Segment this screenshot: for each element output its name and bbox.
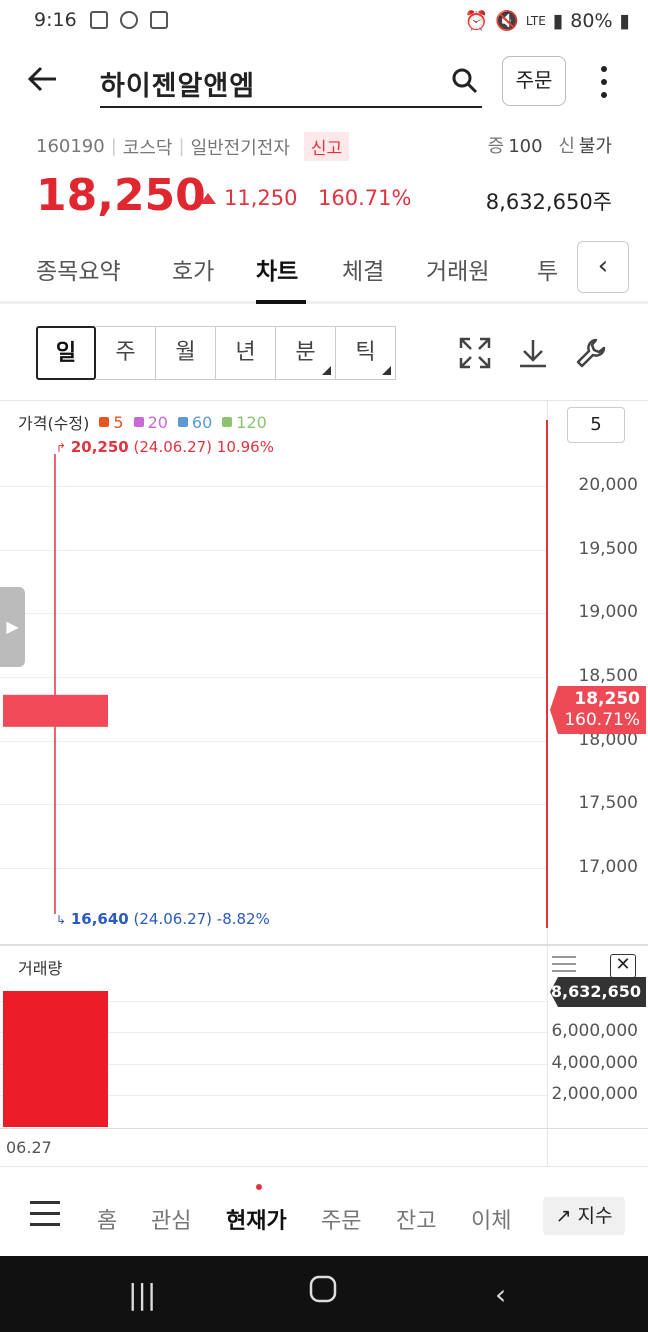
- gallery-icon: [90, 11, 108, 29]
- candle-body: [3, 694, 108, 727]
- expand-panel-handle[interactable]: ▶: [0, 587, 25, 667]
- menu-icon[interactable]: [30, 1201, 60, 1226]
- signal-icon: ▮: [552, 9, 564, 32]
- price-tick-label: 19,000: [578, 602, 638, 623]
- nav-transfer[interactable]: 이체: [471, 1203, 511, 1235]
- alarm-icon: ⏰: [464, 10, 489, 32]
- price-tick-label: 20,000: [578, 475, 638, 495]
- close-icon[interactable]: ✕: [610, 954, 636, 978]
- nav-current-price[interactable]: 현재가: [226, 1203, 287, 1235]
- period-minute[interactable]: 분: [276, 326, 336, 380]
- stock-name: 하이젠알앤엠: [100, 71, 256, 102]
- tab-chart[interactable]: 차트: [256, 252, 298, 286]
- x-axis-label: 06.27: [6, 1138, 52, 1157]
- current-price: 18,250: [36, 170, 206, 221]
- recent-apps-icon[interactable]: |||: [128, 1278, 156, 1311]
- status-bar: 9:16 ⏰ 🔇 LTE ▮ 80% ▮: [0, 0, 648, 42]
- mute-icon: 🔇: [495, 10, 519, 32]
- battery-text: 80%: [570, 9, 613, 32]
- period-tick[interactable]: 틱: [336, 326, 396, 380]
- margin-info: 증 100 신 불가: [487, 136, 612, 157]
- stock-sector: 일반전기전자: [190, 137, 290, 159]
- nav-watchlist[interactable]: 관심: [151, 1203, 191, 1235]
- period-year[interactable]: 년: [216, 326, 276, 380]
- network-label: LTE: [525, 13, 546, 28]
- nav-balance[interactable]: 잔고: [396, 1203, 436, 1235]
- volume-tick-label: 4,000,000: [551, 1052, 638, 1073]
- expand-icon[interactable]: [458, 336, 492, 370]
- tab-trades[interactable]: 체결: [342, 252, 384, 286]
- wrench-icon[interactable]: [574, 336, 608, 370]
- order-button[interactable]: 주문: [502, 56, 566, 106]
- bottom-navigation: 홈 관심 현재가 주문 잔고 이체 ↗ 지수: [0, 1166, 648, 1256]
- tab-bar: 종목요약 호가 차트 체결 거래원 투: [0, 240, 648, 304]
- more-options-icon[interactable]: [592, 60, 616, 104]
- up-triangle-icon: [200, 192, 216, 204]
- tab-investor[interactable]: 투: [537, 252, 558, 286]
- status-time: 9:16: [34, 9, 77, 31]
- trading-volume: 8,632,650주: [485, 190, 612, 214]
- period-day[interactable]: 일: [36, 326, 96, 380]
- price-tick-label: 18,500: [578, 666, 638, 686]
- period-week[interactable]: 주: [96, 326, 156, 380]
- current-price-line: [546, 420, 548, 928]
- active-indicator-dot: [256, 1184, 262, 1190]
- price-tick-label: 19,500: [578, 538, 638, 559]
- change-percent: 160.71%: [318, 186, 412, 210]
- stock-market: 코스닥: [122, 137, 173, 159]
- period-selector: 일 주 월 년 분 틱: [36, 326, 396, 380]
- volume-tick-label: 2,000,000: [551, 1084, 638, 1104]
- price-change: 11,250: [200, 186, 297, 210]
- ma-period-input[interactable]: 5: [567, 407, 625, 443]
- stock-meta: 160190 | 코스닥 | 일반전기전자 신고: [36, 132, 350, 161]
- download-icon[interactable]: [516, 336, 550, 370]
- back-arrow-icon[interactable]: [26, 62, 66, 102]
- stock-search-field[interactable]: 하이젠알앤엠: [100, 58, 482, 108]
- battery-icon: ▮: [619, 9, 630, 32]
- price-tick-label: 17,000: [578, 857, 638, 877]
- tab-brokers[interactable]: 거래원: [426, 252, 489, 286]
- panel-divider[interactable]: [0, 944, 648, 946]
- news-icon: [150, 11, 168, 29]
- volume-bar: [3, 990, 108, 1127]
- period-month[interactable]: 월: [156, 326, 216, 380]
- volume-tick-label: 6,000,000: [551, 1021, 638, 1041]
- index-button[interactable]: ↗ 지수: [543, 1197, 625, 1235]
- volume-tag: 8,632,650: [550, 977, 646, 1007]
- nav-home[interactable]: 홈: [97, 1203, 117, 1235]
- search-icon[interactable]: [450, 66, 480, 96]
- system-navigation-bar: ||| ‹: [0, 1256, 648, 1332]
- stock-code: 160190: [36, 136, 105, 157]
- active-tab-indicator: [256, 300, 306, 304]
- trend-up-icon: ↗: [555, 1205, 572, 1227]
- panel-menu-icon[interactable]: [552, 956, 576, 974]
- current-price-tag: 18,250 160.71%: [550, 686, 646, 734]
- tab-orderbook[interactable]: 호가: [172, 252, 214, 286]
- volume-panel-title: 거래량: [18, 959, 63, 978]
- system-back-icon[interactable]: ‹: [495, 1278, 506, 1311]
- new-high-badge: 신고: [303, 132, 350, 161]
- price-tick-label: 17,500: [578, 793, 638, 814]
- tab-summary[interactable]: 종목요약: [36, 252, 121, 286]
- bottle-icon: [120, 11, 138, 29]
- chevron-left-icon[interactable]: ‹: [577, 241, 629, 293]
- nav-order[interactable]: 주문: [321, 1203, 361, 1235]
- home-icon[interactable]: [308, 1274, 338, 1311]
